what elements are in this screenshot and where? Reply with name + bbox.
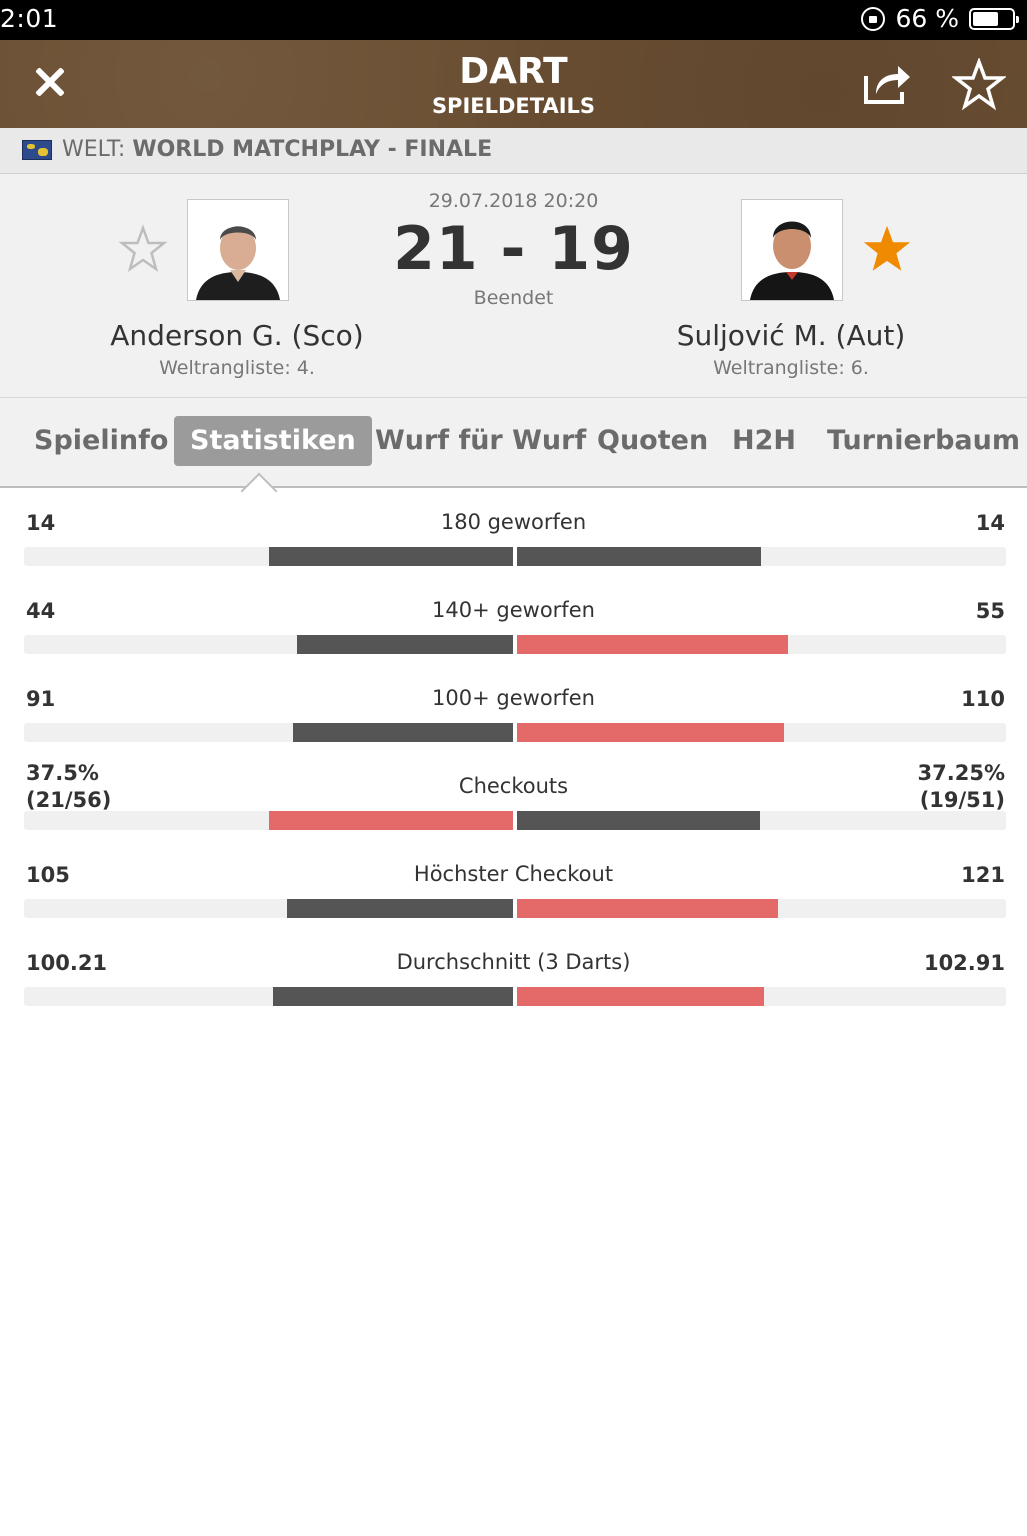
home-player-rank: Weltrangliste: 4. [159,357,315,379]
stat-row-140: 44 140+ geworfen 55 [0,578,1027,666]
away-favorite-star-icon[interactable] [861,224,913,276]
stat-label: 140+ geworfen [432,598,595,622]
app-header: DART SPIELDETAILS [0,40,1027,128]
match-status: Beendet [473,287,554,309]
stat-label: Durchschnitt (3 Darts) [396,950,631,974]
stat-bar-track [24,811,1006,830]
stat-away-bar [515,635,788,654]
home-player-name[interactable]: Anderson G. (Sco) [57,319,417,352]
stat-home-bar [287,899,515,918]
stat-bar-track [24,635,1006,654]
stat-bar-track [24,899,1006,918]
stat-home-bar [269,547,515,566]
stat-home-bar [293,723,515,742]
stat-home-bar [273,987,515,1006]
stat-away-bar [515,987,764,1006]
stat-row-100: 91 100+ geworfen 110 [0,666,1027,754]
stat-away-value: 121 [961,863,1005,887]
world-flag-icon [22,140,52,160]
stat-away-value: 14 [975,511,1005,535]
competition-region: WELT: [62,137,126,162]
tab-spielinfo[interactable]: Spielinfo [18,416,184,466]
stat-row-checkouts: 37.5% (21/56) Checkouts 37.25% (19/51) [0,754,1027,842]
stat-bar-track [24,547,1006,566]
status-right: 66 % [861,4,1019,33]
status-bar: 2:01 66 % [0,0,1027,40]
stat-away-value: 37.25% (19/51) [917,761,1005,812]
stat-home-bar [297,635,515,654]
away-player-name[interactable]: Suljović M. (Aut) [611,319,971,352]
competition-bar[interactable]: WELT: WORLD MATCHPLAY - FINALE [0,128,1027,174]
tab-bar: Spielinfo Statistiken Wurf für Wurf Quot… [0,398,1027,488]
tab-wurf-fuer-wurf[interactable]: Wurf für Wurf [359,416,602,466]
tab-quoten[interactable]: Quoten [581,416,724,466]
stat-away-bar [515,899,778,918]
battery-percent: 66 % [895,4,959,33]
stat-bar-track [24,723,1006,742]
stat-label: 100+ geworfen [432,686,595,710]
stat-away-bar [515,547,761,566]
favorite-star-icon[interactable] [952,58,1006,112]
stat-label: 180 geworfen [440,510,587,534]
match-header: Anderson G. (Sco) Weltrangliste: 4. 29.0… [0,174,1027,398]
stat-row-average: 100.21 Durchschnitt (3 Darts) 102.91 [0,930,1027,1018]
status-time: 2:01 [0,4,59,33]
stat-home-bar [269,811,515,830]
stat-away-bar [515,723,784,742]
stat-label: Checkouts [458,774,569,798]
stat-row-highest-checkout: 105 Höchster Checkout 121 [0,842,1027,930]
away-player-rank: Weltrangliste: 6. [713,357,869,379]
stat-label: Höchster Checkout [413,862,614,886]
stat-away-value: 55 [975,599,1005,623]
rotation-lock-icon [861,6,886,31]
battery-icon [969,7,1019,30]
stat-away-bar [515,811,760,830]
stat-away-value: 110 [961,687,1005,711]
away-player-photo[interactable] [741,199,843,301]
competition-name: WORLD MATCHPLAY - FINALE [132,137,493,162]
tab-turnierbaum[interactable]: Turnierbaum [811,416,1027,466]
stat-bar-track [24,987,1006,1006]
tab-h2h[interactable]: H2H [716,416,812,466]
share-icon[interactable] [862,62,912,106]
stat-row-180: 14 180 geworfen 14 [0,490,1027,578]
match-datetime: 29.07.2018 20:20 [428,190,599,212]
tab-statistiken[interactable]: Statistiken [174,416,372,466]
stat-away-value: 102.91 [923,951,1005,975]
competition-label: WELT: WORLD MATCHPLAY - FINALE [62,137,492,162]
